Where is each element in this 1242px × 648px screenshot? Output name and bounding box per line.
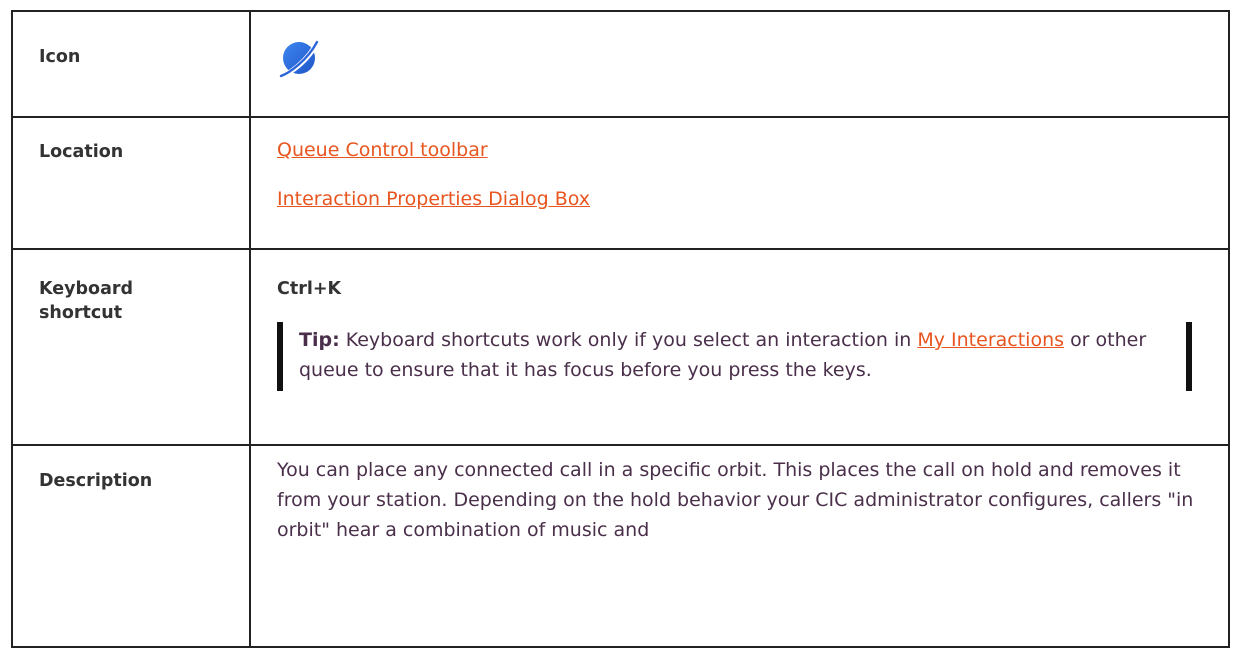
row-label-description: Description bbox=[39, 471, 153, 491]
label-line: Keyboard bbox=[39, 279, 134, 299]
value-cell: Queue Control toolbar Interaction Proper… bbox=[249, 116, 1230, 250]
interaction-properties-dialog-link[interactable]: Interaction Properties Dialog Box bbox=[277, 188, 590, 210]
queue-control-toolbar-link[interactable]: Queue Control toolbar bbox=[277, 139, 488, 161]
orbit-planet-icon bbox=[277, 38, 321, 85]
row-label-location: Location bbox=[39, 142, 124, 162]
label-line: shortcut bbox=[39, 303, 123, 323]
tip-box: Tip: Keyboard shortcuts work only if you… bbox=[277, 322, 1192, 391]
table-row-icon: Icon bbox=[11, 10, 1230, 118]
my-interactions-link[interactable]: My Interactions bbox=[917, 329, 1064, 351]
table-row-keyboard-shortcut: Keyboard shortcut Ctrl+K Tip: Keyboard s… bbox=[11, 248, 1230, 446]
tip-label: Tip: bbox=[299, 329, 340, 351]
value-cell: Ctrl+K Tip: Keyboard shortcuts work only… bbox=[249, 248, 1230, 446]
label-cell: Description bbox=[11, 444, 251, 648]
description-text: You can place any connected call in a sp… bbox=[277, 459, 1194, 541]
shortcut-keys: Ctrl+K bbox=[277, 279, 342, 299]
table-row-location: Location Queue Control toolbar Interacti… bbox=[11, 116, 1230, 250]
table-row-description: Description You can place any connected … bbox=[11, 444, 1230, 648]
value-cell bbox=[249, 10, 1230, 118]
tip-text: Keyboard shortcuts work only if you sele… bbox=[345, 329, 912, 351]
row-label-keyboard-shortcut: Keyboard shortcut bbox=[13, 250, 249, 325]
row-label-icon: Icon bbox=[39, 47, 81, 67]
label-cell: Location bbox=[11, 116, 251, 250]
value-cell: You can place any connected call in a sp… bbox=[249, 444, 1230, 648]
properties-table: Icon Location Queue Control toolbar Inte… bbox=[11, 10, 1230, 648]
label-cell: Icon bbox=[11, 10, 251, 118]
label-cell: Keyboard shortcut bbox=[11, 248, 251, 446]
